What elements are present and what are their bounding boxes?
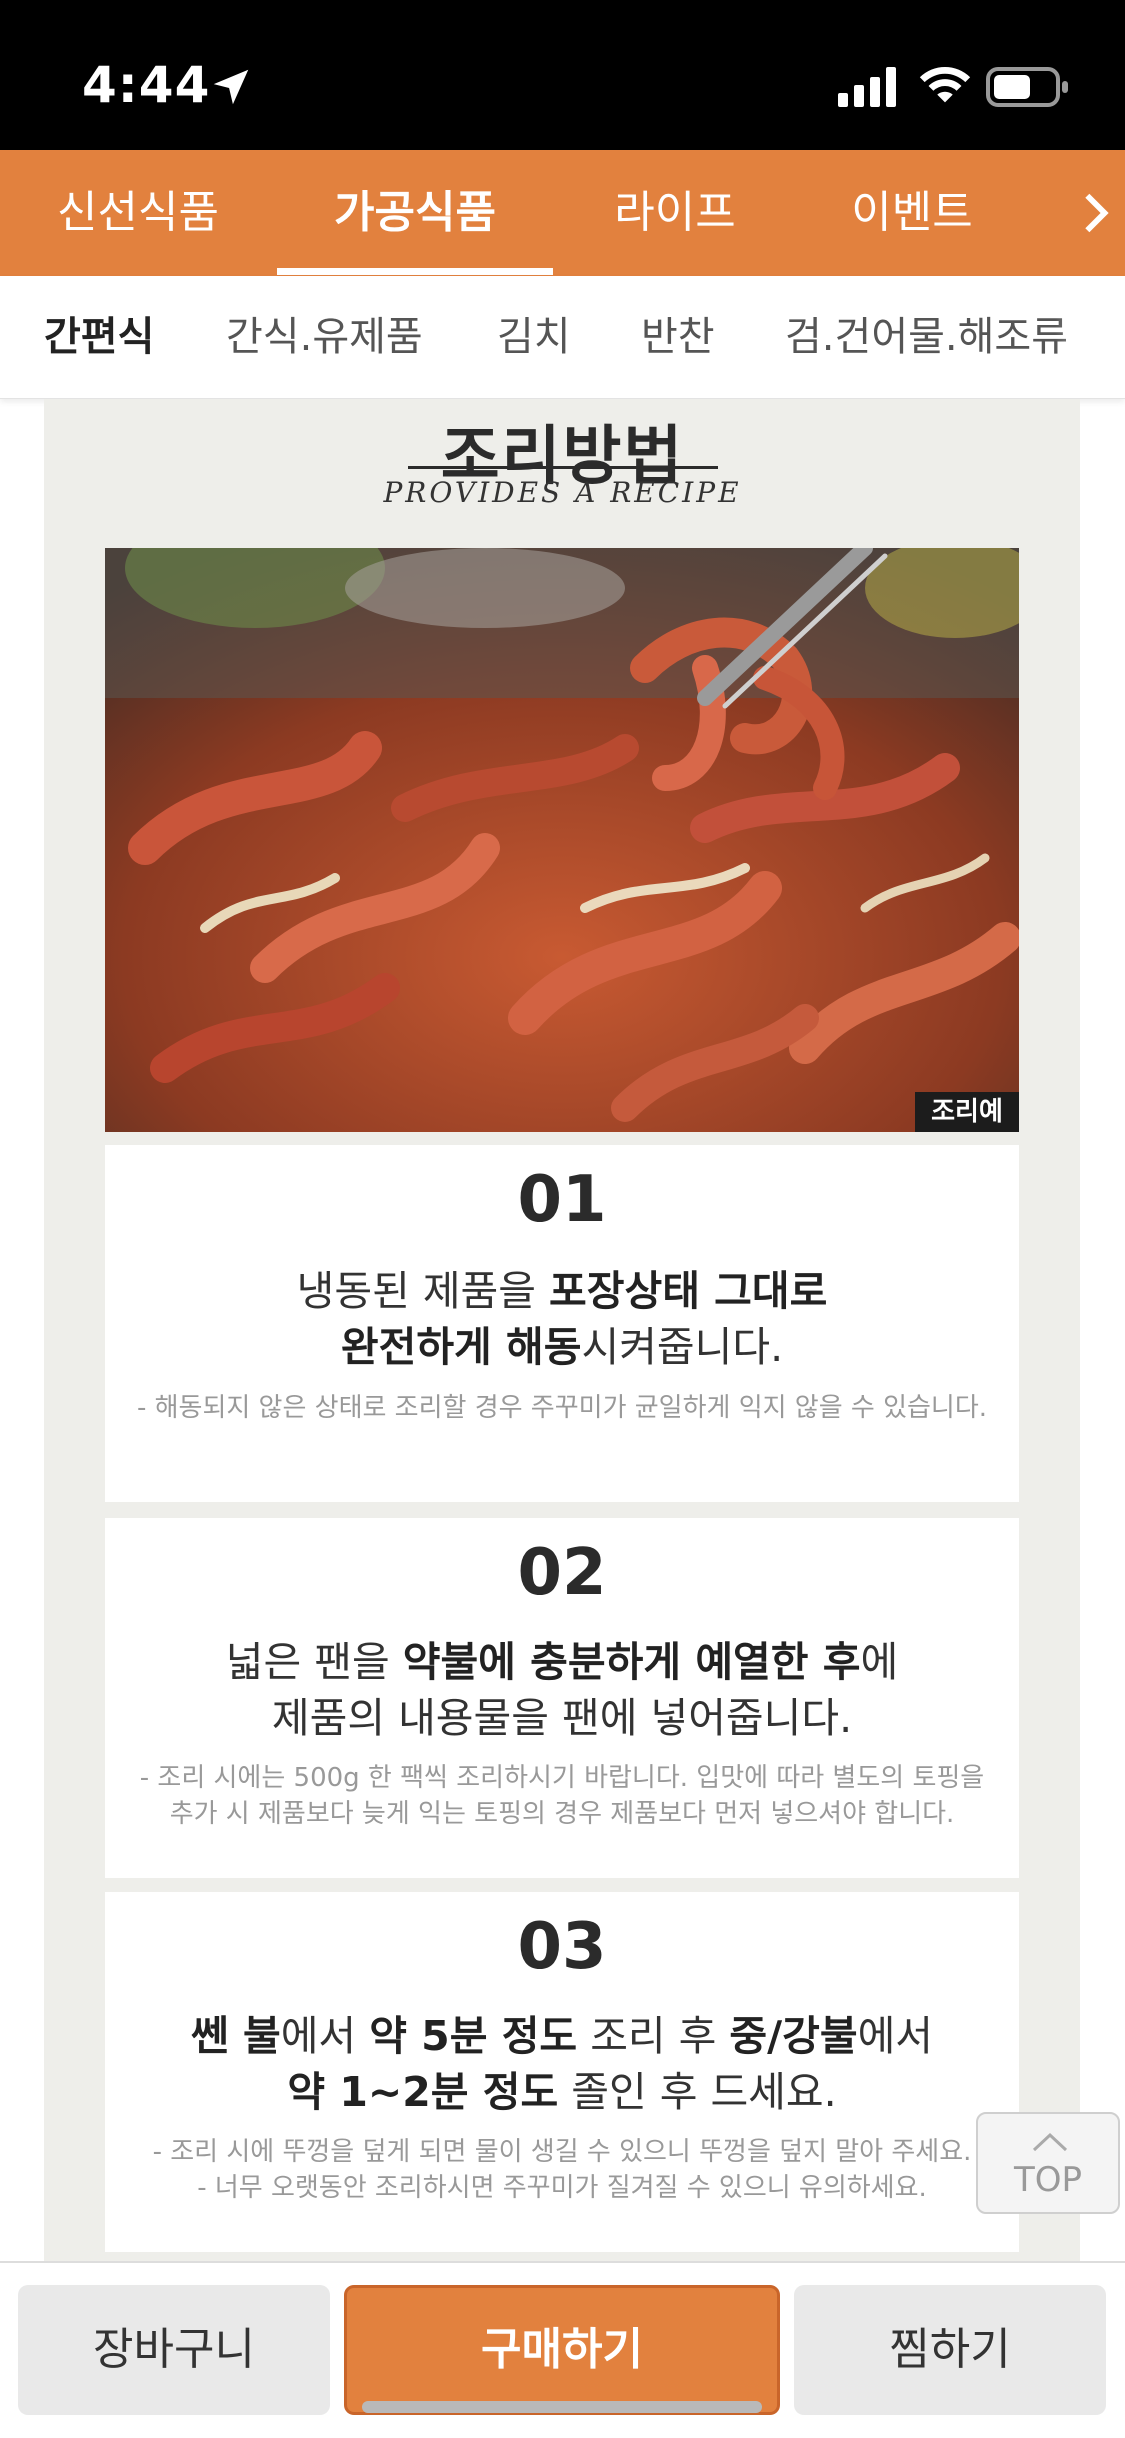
recipe-step-02: 02 넓은 팬을 약불에 충분하게 예열한 후에 제품의 내용물을 팬에 넣어줍… xyxy=(105,1518,1019,1878)
recipe-step-01: 01 냉동된 제품을 포장상태 그대로 완전하게 해동시켜줍니다. - 해동되지… xyxy=(105,1145,1019,1502)
chevron-up-icon xyxy=(1032,2132,1068,2152)
top-label: TOP xyxy=(1013,2160,1083,2200)
recipe-step-03: 03 쎈 불에서 약 5분 정도 조리 후 중/강불에서 약 1~2분 정도 졸… xyxy=(105,1892,1019,2252)
subtab-kimchi[interactable]: 김치 xyxy=(497,276,571,398)
subtab-convenience-food[interactable]: 간편식 xyxy=(44,276,154,398)
bottom-action-bar: 장바구니 구매하기 찜하기 xyxy=(0,2261,1125,2438)
wishlist-button[interactable]: 찜하기 xyxy=(794,2285,1106,2415)
subtab-snack-dairy[interactable]: 간식.유제품 xyxy=(226,276,423,398)
recipe-subtitle: PROVIDES A RECIPE xyxy=(383,476,742,509)
tab-event[interactable]: 이벤트 xyxy=(822,150,1002,276)
main-category-nav: 신선식품 가공식품 라이프 이벤트 xyxy=(0,150,1125,276)
wifi-icon xyxy=(919,66,971,103)
sub-category-nav: 간편식 간식.유제품 김치 반찬 검.건어물.해조류 xyxy=(0,276,1125,399)
food-photo: 조리예 xyxy=(105,548,1019,1132)
step-note: - 조리 시에 뚜껑을 덮게 되면 물이 생길 수 있으니 뚜껑을 덮지 말아 … xyxy=(152,2137,972,2203)
step-number: 01 xyxy=(517,1163,607,1237)
scroll-to-top-button[interactable]: TOP xyxy=(976,2112,1120,2214)
sub-nav-fade xyxy=(1055,276,1125,398)
home-indicator[interactable] xyxy=(362,2401,762,2413)
chevron-right-icon[interactable] xyxy=(1075,190,1115,236)
subtab-side-dish[interactable]: 반찬 xyxy=(641,276,715,398)
title-divider xyxy=(408,466,718,469)
step-instruction: 냉동된 제품을 포장상태 그대로 완전하게 해동시켜줍니다. xyxy=(296,1267,828,1371)
step-number: 03 xyxy=(517,1910,607,1984)
active-tab-indicator xyxy=(277,268,553,275)
battery-icon xyxy=(986,67,1068,107)
cellular-signal-icon xyxy=(838,67,896,107)
subtab-dried-seafood[interactable]: 검.건어물.해조류 xyxy=(785,276,1068,398)
status-bar: 4:44 xyxy=(0,0,1125,150)
step-instruction: 쎈 불에서 약 5분 정도 조리 후 중/강불에서 약 1~2분 정도 졸인 후… xyxy=(190,2012,934,2116)
step-instruction: 넓은 팬을 약불에 충분하게 예열한 후에 제품의 내용물을 팬에 넣어줍니다. xyxy=(225,1638,899,1742)
tab-fresh-food[interactable]: 신선식품 xyxy=(38,150,238,276)
location-arrow-icon xyxy=(213,69,249,105)
add-to-cart-button[interactable]: 장바구니 xyxy=(18,2285,330,2415)
buy-button[interactable]: 구매하기 xyxy=(344,2285,780,2415)
tab-life[interactable]: 라이프 xyxy=(590,150,760,276)
status-time: 4:44 xyxy=(82,56,211,114)
spicy-octopus-illustration xyxy=(105,548,1019,1132)
step-number: 02 xyxy=(517,1536,607,1610)
step-note: - 조리 시에는 500g 한 팩씩 조리하시기 바랍니다. 입맛에 따라 별도… xyxy=(139,1763,985,1829)
image-caption: 조리예 xyxy=(915,1092,1019,1132)
tab-processed-food[interactable]: 가공식품 xyxy=(277,150,553,276)
step-note: - 해동되지 않은 상태로 조리할 경우 주꾸미가 균일하게 익지 않을 수 있… xyxy=(136,1393,988,1423)
